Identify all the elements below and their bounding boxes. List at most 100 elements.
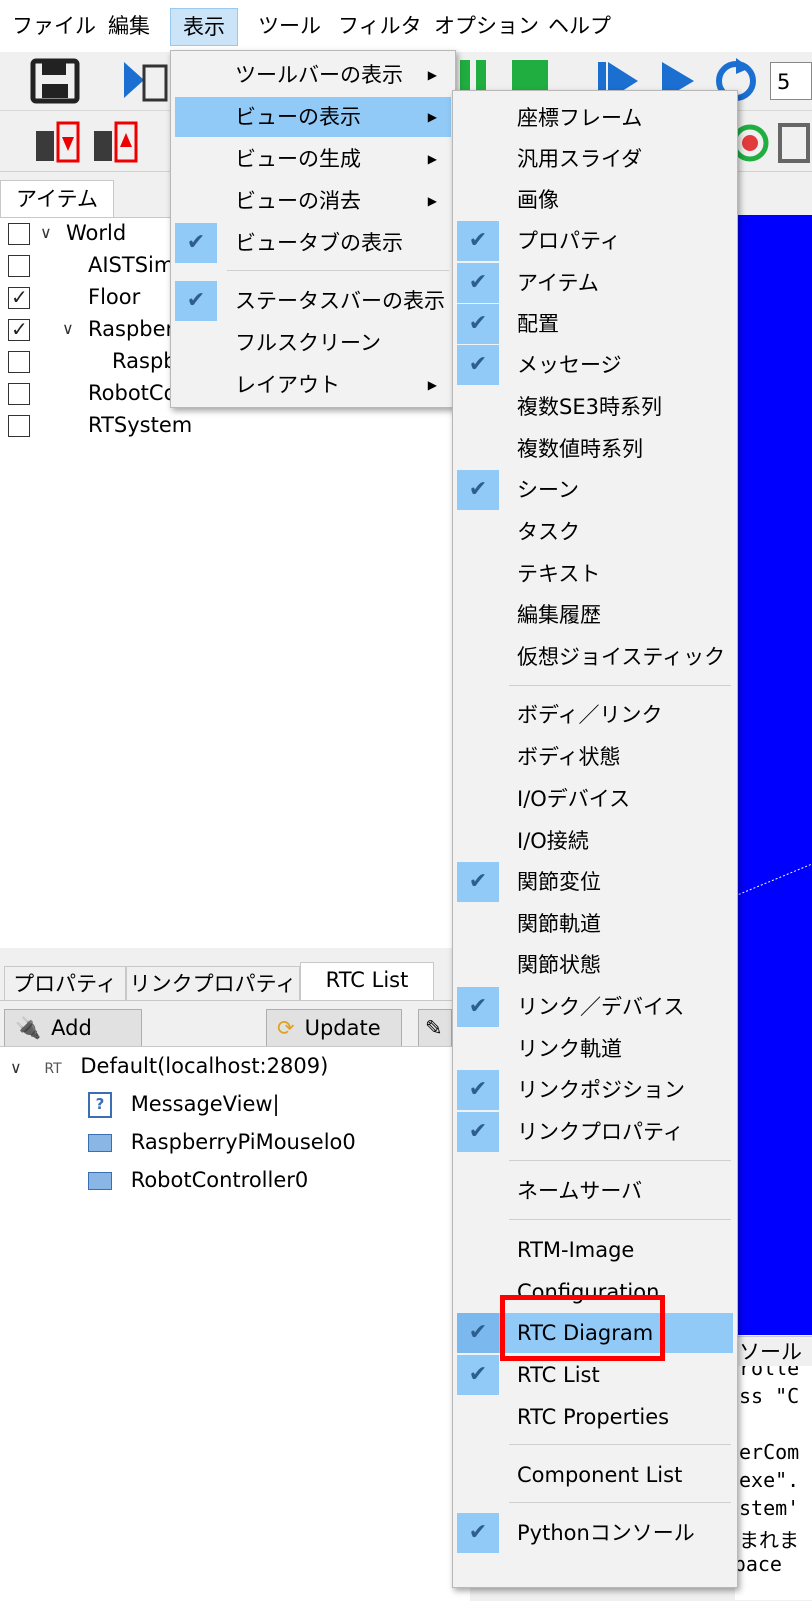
check-icon: ✔ (457, 987, 499, 1027)
menu-item-view[interactable]: RTM-Image (457, 1230, 733, 1270)
open-project-icon[interactable] (120, 58, 170, 104)
menu-item-view[interactable]: ✔ シーン (457, 470, 733, 510)
console-line: ss "C (739, 1384, 800, 1408)
time-field[interactable]: 5 (770, 62, 812, 100)
menu-item-view[interactable]: ✔ プロパティ (457, 221, 733, 261)
rtc-component-row[interactable]: RaspberryPiMouselo0 (88, 1125, 356, 1159)
menu-item-view[interactable]: 複数値時系列 (457, 429, 733, 469)
menu-item-layout[interactable]: レイアウト ▶ (175, 365, 451, 405)
edit-button[interactable]: ✎ (418, 1009, 452, 1047)
view-tool-icons[interactable] (728, 119, 812, 167)
menu-item-view[interactable]: ✔ メッセージ (457, 345, 733, 385)
menu-item-view[interactable]: I/O接続 (457, 821, 733, 861)
menu-item-toolbar-display[interactable]: ツールバーの表示 ▶ (175, 55, 451, 95)
update-button[interactable]: ⟳ Update (266, 1009, 402, 1047)
unknown-component-icon: ? (88, 1092, 112, 1118)
menu-item-view[interactable]: ✔ リンクプロパティ (457, 1112, 733, 1152)
menu-item-view[interactable]: Component List (457, 1455, 733, 1495)
menu-tools[interactable]: ツール (246, 8, 333, 44)
checkbox-checked[interactable] (8, 282, 30, 312)
menu-item-view[interactable]: 関節状態 (457, 945, 733, 985)
chevron-right-icon: ▶ (427, 378, 437, 392)
menu-item-create-view[interactable]: ビューの生成 ▶ (175, 139, 451, 179)
tree-row-rtsystem[interactable]: RTSystem (0, 410, 470, 440)
chevron-down-icon[interactable]: ∨ (40, 218, 52, 248)
menu-item-fullscreen[interactable]: フルスクリーン (175, 323, 451, 363)
menu-item-view[interactable]: ✔ 関節変位 (457, 862, 733, 902)
menu-item-view[interactable]: ✔ RTC List (457, 1355, 733, 1395)
checkbox[interactable] (8, 255, 30, 277)
rt-icon: RT (44, 1061, 62, 1077)
tab-items[interactable]: アイテム (0, 180, 114, 219)
menu-item-view[interactable]: 関節軌道 (457, 904, 733, 944)
menu-item-view[interactable]: ボディ状態 (457, 737, 733, 777)
chevron-right-icon: ▶ (427, 194, 437, 208)
check-icon: ✔ (175, 223, 217, 263)
check-icon: ✔ (457, 345, 499, 385)
checkbox[interactable] (8, 415, 30, 437)
chevron-down-icon[interactable]: ∨ (62, 314, 74, 344)
menu-item-view[interactable]: タスク (457, 512, 733, 552)
menu-edit[interactable]: 編集 (96, 8, 162, 44)
menu-item-delete-view[interactable]: ビューの消去 ▶ (175, 181, 451, 221)
add-button[interactable]: 🔌 Add (4, 1009, 142, 1047)
refresh-icon: ⟳ (277, 1016, 295, 1040)
menu-item-view[interactable]: テキスト (457, 554, 733, 594)
menu-item-view[interactable]: I/Oデバイス (457, 779, 733, 819)
menu-item-view[interactable]: 複数SE3時系列 (457, 387, 733, 427)
menu-item-view[interactable]: ✔ リンクポジション (457, 1070, 733, 1110)
python-console[interactable]: rolle ss "C erCom exe". stem' まれま RT-Sys… (735, 1366, 812, 1600)
chevron-down-icon[interactable]: ∨ (10, 1058, 22, 1077)
tab-properties[interactable]: プロパティ (4, 966, 126, 1001)
checkbox[interactable] (8, 383, 30, 405)
checkbox[interactable] (8, 351, 30, 373)
menu-item-view[interactable]: ネームサーバ (457, 1171, 733, 1211)
check-icon: ✔ (457, 263, 499, 303)
save-icon[interactable] (30, 58, 80, 104)
menu-item-view[interactable]: リンク軌道 (457, 1029, 733, 1069)
console-line: stem' (739, 1496, 800, 1520)
tab-python-console[interactable]: ソール (735, 1336, 812, 1367)
menu-item-view[interactable]: ✔ 配置 (457, 304, 733, 344)
menu-filter[interactable]: フィルタ (326, 8, 434, 44)
menu-item-view[interactable]: 座標フレーム (457, 98, 733, 138)
menu-item-view[interactable]: 汎用スライダ (457, 139, 733, 179)
robot-up-icon[interactable] (92, 117, 144, 167)
menu-item-show-view[interactable]: ビューの表示 ▶ (175, 97, 451, 137)
menu-view[interactable]: 表示 (170, 8, 238, 46)
tab-rtc-list[interactable]: RTC List (300, 962, 434, 1001)
checkbox[interactable] (8, 223, 30, 245)
menu-item-view[interactable]: ✔ リンク／デバイス (457, 987, 733, 1027)
menu-item-view[interactable]: 画像 (457, 180, 733, 220)
menu-item-view[interactable]: ✔ Pythonコンソール (457, 1513, 733, 1553)
menu-item-view[interactable]: ✔ アイテム (457, 263, 733, 303)
robot-down-icon[interactable] (34, 117, 86, 167)
menu-item-view[interactable]: 仮想ジョイスティック (457, 637, 733, 677)
menu-item-status-bar[interactable]: ✔ ステータスバーの表示 (175, 281, 451, 321)
rtc-toolbar: 🔌 Add ⟳ Update ✎ (0, 1001, 470, 1047)
check-icon: ✔ (457, 862, 499, 902)
menu-help[interactable]: ヘルプ (536, 8, 623, 44)
check-icon: ✔ (457, 304, 499, 344)
menu-item-view[interactable]: 編集履歴 (457, 595, 733, 635)
component-icon (88, 1172, 112, 1190)
plug-icon: 🔌 (15, 1016, 42, 1040)
menu-item-view-tabs[interactable]: ✔ ビュータブの表示 (175, 223, 451, 263)
tab-link-properties[interactable]: リンクプロパティ (126, 966, 300, 1001)
rtc-root-row[interactable]: ∨ RT Default(localhost:2809) (10, 1049, 328, 1083)
menu-options[interactable]: オプション (422, 8, 551, 44)
check-icon: ✔ (457, 1355, 499, 1395)
menu-separator (509, 685, 731, 686)
menu-item-view[interactable]: ボディ／リンク (457, 695, 733, 735)
menu-item-view[interactable]: RTC Properties (457, 1397, 733, 1437)
rtc-component-row[interactable]: RobotController0 (88, 1163, 308, 1197)
menu-separator (509, 1219, 731, 1220)
bottom-tabbar: プロパティ リンクプロパティ RTC List (0, 960, 470, 1001)
menu-file[interactable]: ファイル (0, 8, 108, 44)
checkbox-checked[interactable] (8, 314, 30, 344)
menu-separator (509, 1444, 731, 1445)
check-icon: ✔ (457, 1112, 499, 1152)
scene-view[interactable] (735, 215, 812, 1335)
rtc-component-row[interactable]: ? MessageView| (88, 1087, 280, 1121)
menu-separator (227, 270, 449, 271)
